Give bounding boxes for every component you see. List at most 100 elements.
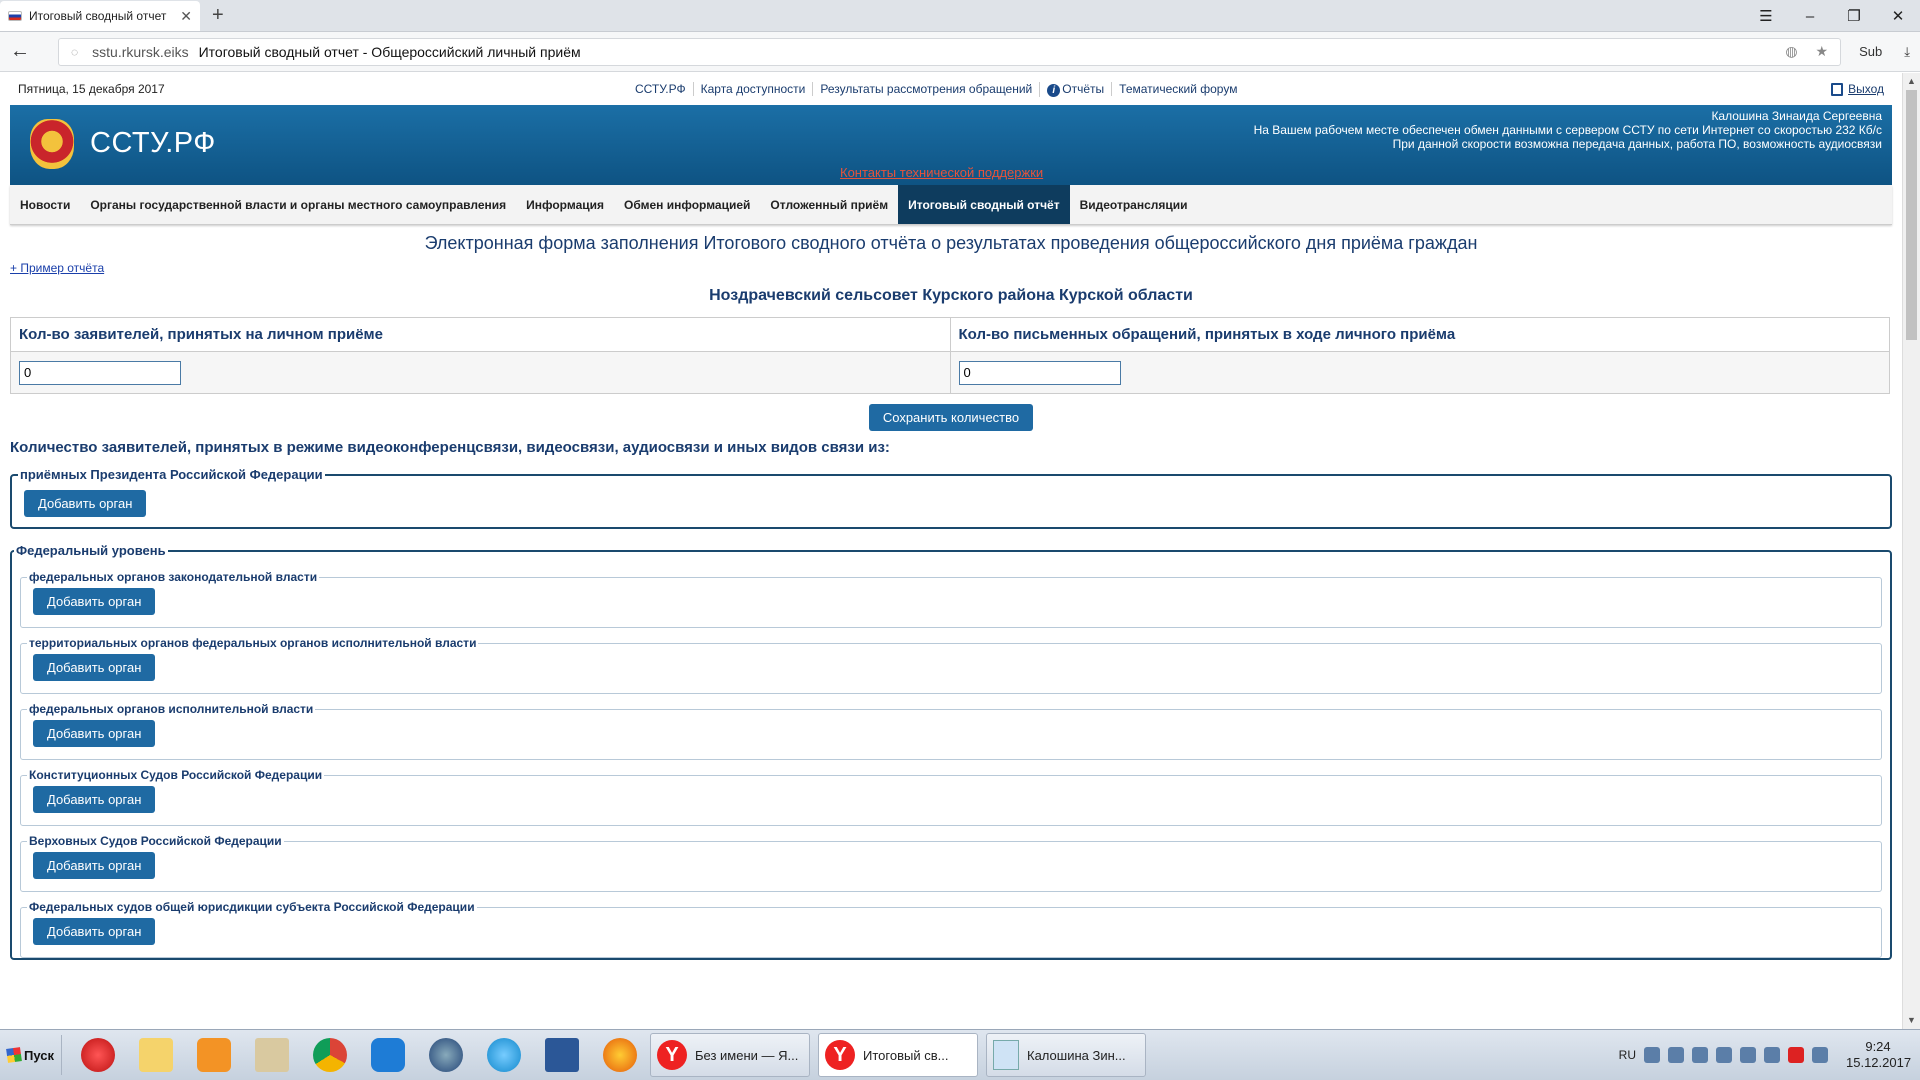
taskbar-yandex-2-label: Итоговый св... <box>863 1047 949 1063</box>
tab-title: Итоговый сводный отчет <box>29 9 167 23</box>
teamviewer-app[interactable] <box>366 1035 410 1075</box>
site-logo[interactable]: ССТУ.РФ <box>90 127 216 160</box>
folder-app[interactable] <box>134 1035 178 1075</box>
federal-section: федеральных органов законодательной влас… <box>20 570 1882 628</box>
browser-tab[interactable]: Итоговый сводный отчет ✕ <box>0 1 200 31</box>
language-indicator[interactable]: RU <box>1619 1048 1636 1062</box>
federal-section: территориальных органов федеральных орга… <box>20 636 1882 694</box>
link-forum[interactable]: Тематический форум <box>1111 82 1244 96</box>
written-count-input[interactable] <box>958 360 1121 385</box>
nav-news[interactable]: Новости <box>10 185 80 224</box>
nav-video[interactable]: Видеотрансляции <box>1070 185 1198 224</box>
help-icon[interactable] <box>1644 1047 1660 1063</box>
chrome-icon <box>313 1038 347 1072</box>
add-organ-button[interactable]: Добавить орган <box>33 852 156 879</box>
start-button[interactable]: Пуск <box>0 1035 62 1075</box>
minimize-icon[interactable]: – <box>1788 0 1832 32</box>
network-icon[interactable] <box>1668 1047 1684 1063</box>
nav-summary-report[interactable]: Итоговый сводный отчёт <box>898 185 1070 224</box>
thunderbird-app[interactable] <box>424 1035 468 1075</box>
taskbar: Пуск Y Без имени — Я... Y Итоговый св... К… <box>0 1029 1920 1080</box>
save-count-button[interactable]: Сохранить количество <box>868 404 1034 431</box>
ie-icon <box>487 1038 521 1072</box>
taskbar-yandex-1[interactable]: Y Без имени — Я... <box>650 1033 810 1077</box>
connection-icon[interactable]: ◌ <box>71 45 78 59</box>
clock[interactable]: 9:24 15.12.2017 <box>1846 1039 1911 1071</box>
connection-capability-text: При данной скорости возможна передача да… <box>1392 137 1882 151</box>
federal-section-legend: Федеральных судов общей юрисдикции субъе… <box>29 900 475 914</box>
app-icon-1[interactable] <box>76 1035 120 1075</box>
add-organ-button[interactable]: Добавить орган <box>33 654 156 681</box>
tray-app-icon[interactable] <box>1716 1047 1732 1063</box>
col-written-header: Кол-во письменных обращений, принятых в … <box>949 317 1890 352</box>
warning-icon[interactable] <box>1788 1047 1804 1063</box>
link-reports[interactable]: i Отчёты <box>1039 81 1111 97</box>
taskbar-notepad[interactable]: Калошина Зин... <box>986 1033 1146 1077</box>
link-results[interactable]: Результаты рассмотрения обращений <box>812 82 1039 96</box>
taskbar-yandex-2[interactable]: Y Итоговый св... <box>818 1033 978 1077</box>
support-contacts-link[interactable]: Контакты технической поддержки <box>840 165 1043 180</box>
media-player-app[interactable] <box>192 1035 236 1075</box>
star-icon[interactable]: ★ <box>1816 43 1829 60</box>
col-personal-header: Кол-во заявителей, принятых на личном пр… <box>10 317 951 352</box>
firefox-app[interactable] <box>598 1035 642 1075</box>
site-banner: ССТУ.РФ Калошина Зинаида Сергеевна На Ва… <box>10 105 1892 185</box>
logout-link[interactable]: Выход <box>1831 82 1884 96</box>
door-icon <box>1831 82 1844 96</box>
add-organ-button[interactable]: Добавить орган <box>24 490 147 517</box>
word-app[interactable] <box>540 1035 584 1075</box>
nav-authorities[interactable]: Органы государственной власти и органы м… <box>80 185 516 224</box>
nav-exchange[interactable]: Обмен информацией <box>614 185 760 224</box>
federal-section-legend: Верховных Судов Российской Федерации <box>29 834 282 848</box>
scroll-thumb[interactable] <box>1906 90 1917 340</box>
main-nav: Новости Органы государственной власти и … <box>10 185 1892 225</box>
close-window-icon[interactable]: ✕ <box>1876 0 1920 32</box>
red-app-icon <box>81 1038 115 1072</box>
back-arrow-icon[interactable]: ← <box>10 40 50 63</box>
add-organ-button[interactable]: Добавить орган <box>33 588 156 615</box>
yandex-icon: Y <box>825 1040 855 1070</box>
nav-deferred[interactable]: Отложенный приём <box>760 185 898 224</box>
link-reports-label: Отчёты <box>1062 81 1105 96</box>
federal-section: Конституционных Судов Российской Федерац… <box>20 768 1882 826</box>
add-organ-button[interactable]: Добавить орган <box>33 786 156 813</box>
url-field[interactable]: ◌ sstu.rkursk.eiks Итоговый сводный отче… <box>58 37 1842 66</box>
url-host: sstu.rkursk.eiks <box>92 43 189 60</box>
nav-information[interactable]: Информация <box>516 185 614 224</box>
download-icon[interactable]: ⤓ <box>1904 44 1910 60</box>
top-links: ССТУ.РФ Карта доступности Результаты рас… <box>628 81 1244 97</box>
new-tab-button[interactable]: + <box>212 4 224 27</box>
example-report-link[interactable]: + Пример отчёта <box>10 261 1892 281</box>
president-reception-legend: приёмных Президента Российской Федерации <box>20 467 323 482</box>
scroll-down-icon[interactable]: ▼ <box>1903 1012 1920 1029</box>
tray-app-icon[interactable] <box>1692 1047 1708 1063</box>
tray-app-icon[interactable] <box>1740 1047 1756 1063</box>
sub-label[interactable]: Sub <box>1859 44 1882 60</box>
organization-name: Ноздрачевский сельсовет Курского района … <box>709 287 1193 304</box>
tray-app-icon[interactable] <box>1812 1047 1828 1063</box>
user-info: Калошина Зинаида Сергеевна На Вашем рабо… <box>1254 109 1882 151</box>
add-organ-button[interactable]: Добавить орган <box>33 918 156 945</box>
scroll-up-icon[interactable]: ▲ <box>1903 73 1920 90</box>
restore-icon[interactable]: ❐ <box>1832 0 1876 32</box>
remote-reception-label: Количество заявителей, принятых в режиме… <box>10 439 890 456</box>
counts-table: Кол-во заявителей, принятых на личном пр… <box>10 317 1890 394</box>
link-sstu[interactable]: ССТУ.РФ <box>628 82 693 96</box>
link-accessibility-map[interactable]: Карта доступности <box>692 82 813 96</box>
url-page-title: Итоговый сводный отчет - Общероссийский … <box>198 43 581 60</box>
clock-time: 9:24 <box>1865 1039 1891 1054</box>
word-icon <box>545 1038 579 1072</box>
archive-app[interactable] <box>250 1035 294 1075</box>
page-scrollbar[interactable]: ▲ ▼ <box>1902 73 1920 1029</box>
volume-icon[interactable] <box>1764 1047 1780 1063</box>
chrome-app[interactable] <box>308 1035 352 1075</box>
protect-icon[interactable]: ◍ <box>1785 43 1797 60</box>
system-tray: RU 9:24 15.12.2017 <box>1619 1039 1920 1071</box>
personal-count-input[interactable] <box>19 360 181 385</box>
president-reception-group: приёмных Президента Российской Федерации… <box>10 467 1892 529</box>
info-icon: i <box>1047 83 1061 97</box>
ie-app[interactable] <box>482 1035 526 1075</box>
menu-icon[interactable]: ☰ <box>1744 0 1788 32</box>
add-organ-button[interactable]: Добавить орган <box>33 720 156 747</box>
close-tab-icon[interactable]: ✕ <box>180 8 192 25</box>
